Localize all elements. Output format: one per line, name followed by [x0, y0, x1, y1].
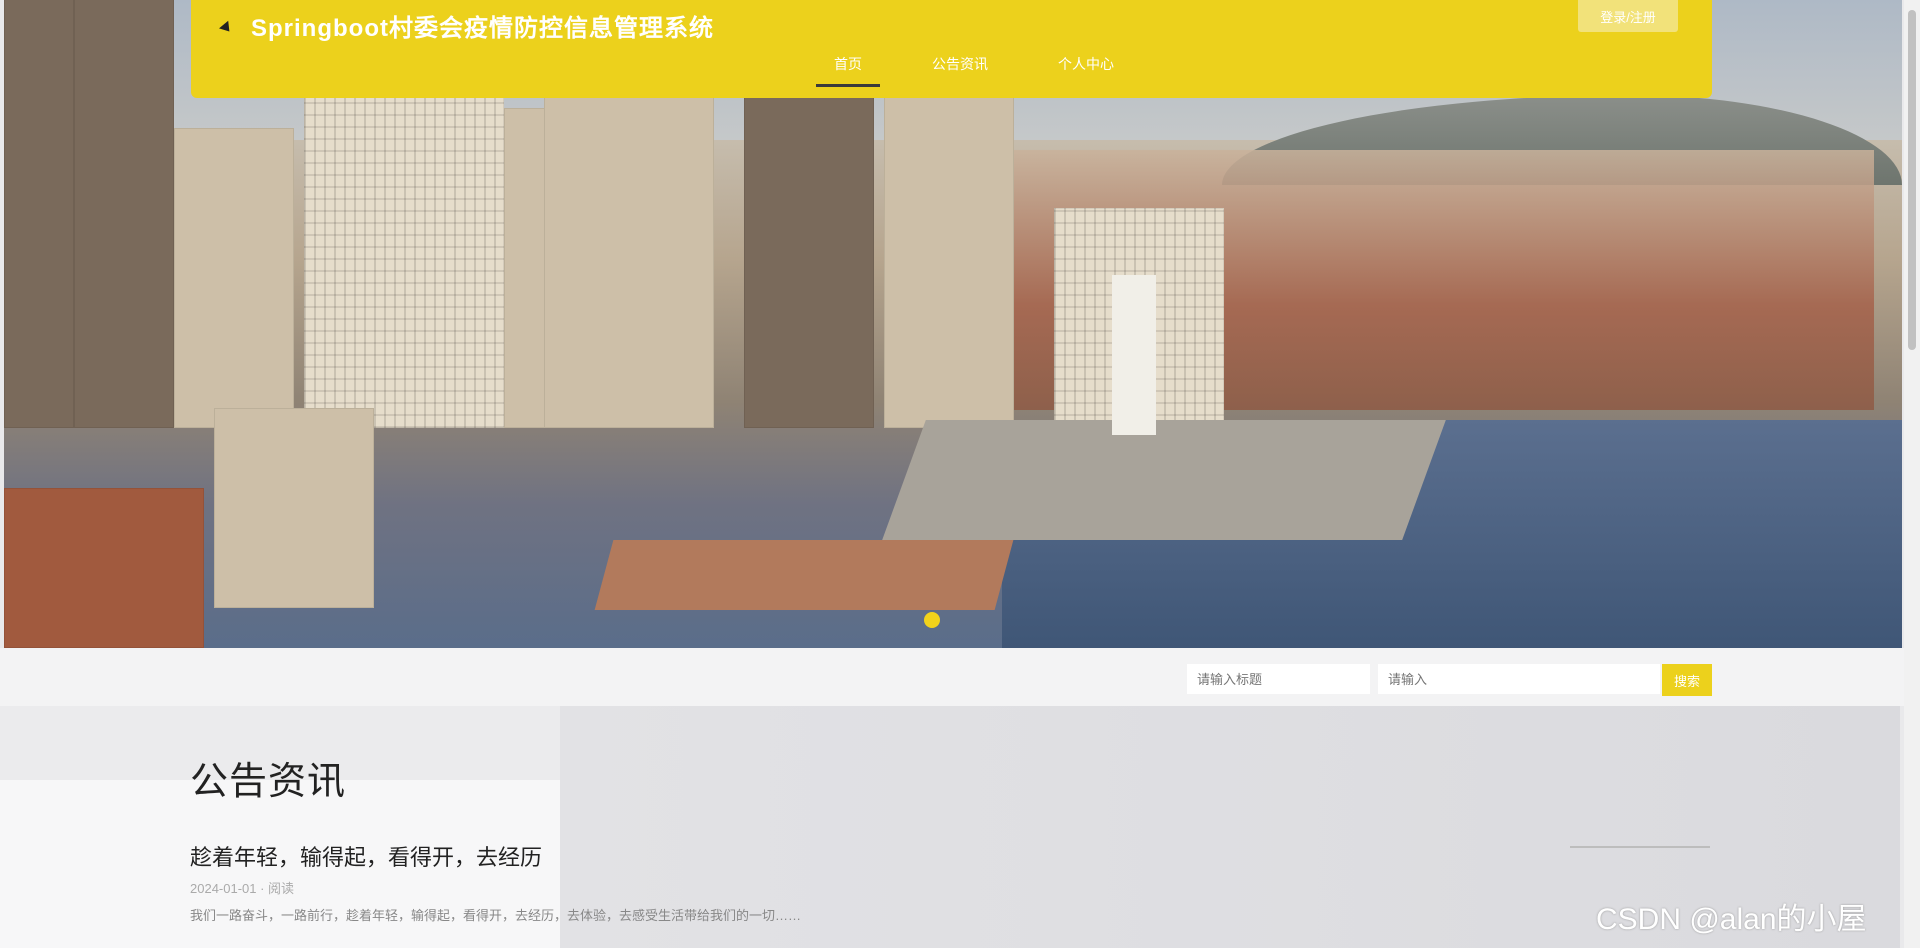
site-title: Springboot村委会疫情防控信息管理系统 [251, 15, 714, 42]
scrollbar-thumb[interactable] [1908, 10, 1916, 350]
nav-home[interactable]: 首页 [816, 52, 880, 87]
main-nav: 首页 公告资讯 个人中心 [816, 52, 1132, 87]
building [4, 488, 204, 648]
article-meta: 2024-01-01 · 阅读 [190, 881, 295, 896]
top-header: Springboot村委会疫情防控信息管理系统 登录/注册 首页 公告资讯 个人… [191, 0, 1712, 98]
keyword-search-input[interactable] [1378, 664, 1660, 694]
nav-news[interactable]: 公告资讯 [914, 52, 1006, 87]
watermark: CSDN @alan的小屋 [1596, 903, 1867, 936]
pier [882, 420, 1446, 540]
ferry-tower [1112, 275, 1156, 435]
article-body: 我们一路奋斗，一路前行，趁着年轻，输得起，看得开，去经历，去体验，去感受生活带给… [190, 908, 802, 923]
title-search-input[interactable] [1187, 664, 1370, 694]
carousel-indicator-icon[interactable] [924, 612, 940, 628]
search-button[interactable]: 搜索 [1662, 664, 1712, 696]
login-register-button[interactable]: 登录/注册 [1578, 0, 1678, 32]
nav-profile[interactable]: 个人中心 [1040, 52, 1132, 87]
building [214, 408, 374, 608]
pier [594, 540, 1014, 610]
article-title[interactable]: 趁着年轻，输得起，看得开，去经历 [190, 840, 542, 872]
building [4, 0, 74, 428]
building [74, 0, 174, 428]
more-link[interactable] [1570, 846, 1710, 848]
section-title: 公告资讯 [190, 761, 347, 803]
building [174, 128, 294, 428]
